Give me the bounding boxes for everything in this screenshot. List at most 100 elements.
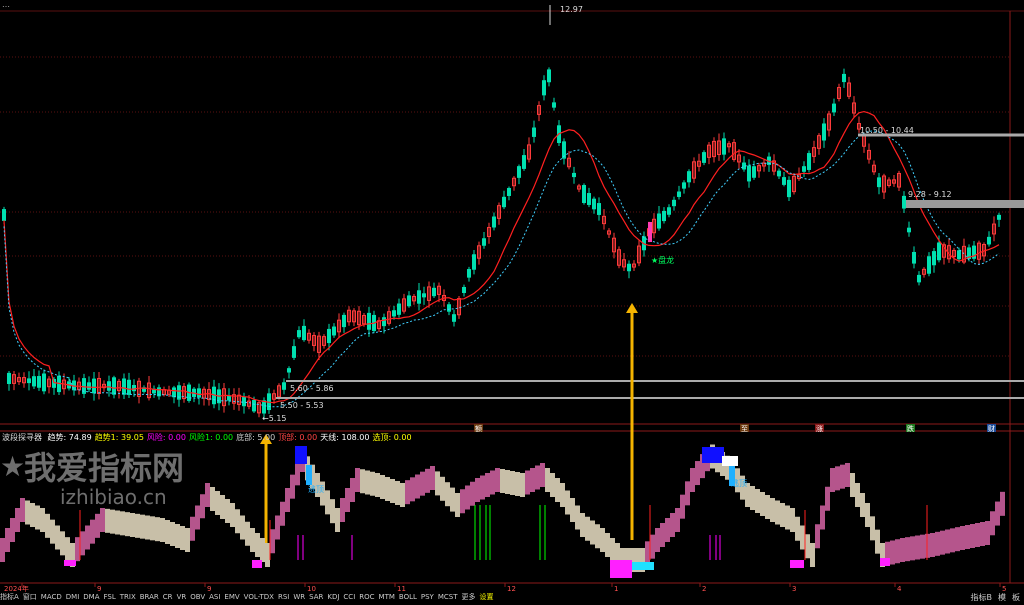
candle-body <box>822 123 826 141</box>
indicator-tab-5[interactable]: FSL <box>104 593 116 601</box>
candle-body <box>542 80 546 96</box>
indicator-band-block <box>435 471 440 496</box>
indicator-tab-3[interactable]: DMI <box>66 593 80 601</box>
indicator-tab-18[interactable]: CCI <box>343 593 355 601</box>
indicator-band-block <box>170 522 175 546</box>
candle-body <box>42 373 46 392</box>
indicator-tab-16[interactable]: SAR <box>309 593 323 601</box>
indicator-band-block <box>895 539 900 564</box>
x-axis-label-0: 2024年 <box>4 584 29 593</box>
candle-body <box>927 256 931 274</box>
indicator-band-block <box>290 474 295 499</box>
indicator-band-block <box>50 519 55 544</box>
indicator-tab-25[interactable]: 设置 <box>480 593 494 601</box>
indicator-tab-23[interactable]: MCST <box>438 593 458 601</box>
event-badge-text-1: 至 <box>741 425 748 433</box>
indicator-band-block <box>1000 491 1005 516</box>
indicator-band-block <box>775 500 780 525</box>
indicator-band-block <box>830 468 835 492</box>
indicator-band-block <box>110 509 115 534</box>
indicator-tab-8[interactable]: CR <box>163 593 173 601</box>
indicator-band-block <box>585 516 590 541</box>
candle-body <box>422 293 426 298</box>
indicator-tab-12[interactable]: EMV <box>224 593 239 601</box>
candle-body <box>432 287 436 297</box>
indicator-band-block <box>215 491 220 515</box>
indicator-tab-7[interactable]: BRAR <box>140 593 159 601</box>
candle-body <box>532 127 536 137</box>
indicator-tab-24[interactable]: 更多 <box>462 593 476 601</box>
indicator-header: 波段探寻器 趋势: 74.89 趋势1: 39.05 风险: 0.00 风险1: 0.… <box>2 433 418 443</box>
indicator-band-block <box>445 482 450 507</box>
candle-body <box>502 196 506 208</box>
indicator-tab-1[interactable]: 窗口 <box>23 593 37 601</box>
candle-body <box>582 185 586 203</box>
indicator-band-block <box>45 513 50 538</box>
indicator-tab-17[interactable]: KDJ <box>327 593 339 601</box>
indicator-band-block <box>355 468 360 492</box>
candle-body <box>997 214 1001 220</box>
indicator-band-block <box>275 515 280 540</box>
candle-body <box>342 314 346 328</box>
candle-body <box>667 207 671 215</box>
indicator-band-block <box>30 503 35 527</box>
indicator-tab-11[interactable]: ASI <box>209 593 220 601</box>
indicator-band-block <box>555 478 560 502</box>
candle-body <box>722 138 726 155</box>
indicator-name[interactable]: 波段探寻器 <box>2 433 42 442</box>
indicator-band-block <box>765 495 770 519</box>
indicator-band-block <box>145 515 150 540</box>
x-axis-label-9: 4 <box>897 585 902 593</box>
candle-body <box>802 166 806 172</box>
indicator-tab-19[interactable]: ROC <box>359 593 374 601</box>
indicator-band-block <box>505 470 510 494</box>
indicator-band-block <box>500 469 505 493</box>
indicator-band-block <box>530 468 535 492</box>
indicator-band-block <box>655 528 660 552</box>
indicator-tab-2[interactable]: MACD <box>41 593 62 601</box>
indicator-tab-6[interactable]: TRIX <box>120 593 136 601</box>
candle-body <box>702 152 706 163</box>
candle-body <box>662 210 666 222</box>
indicator-band-block <box>140 514 145 539</box>
candle-body <box>92 378 96 394</box>
indicator-band-block <box>955 527 960 552</box>
event-badge-text-3: 跌 <box>907 424 914 433</box>
indicator-band-block <box>980 522 985 546</box>
candle-body <box>467 269 471 278</box>
indicator-band-block <box>380 475 385 499</box>
top-signal-block <box>702 447 724 463</box>
indicator-tab-15[interactable]: WR <box>293 593 305 601</box>
indicator-band-block <box>10 518 15 542</box>
indicator-tab-13[interactable]: VOL-TDX <box>244 593 274 601</box>
indicator-tab-0[interactable]: 指标A <box>0 593 19 601</box>
indicator-band-block <box>25 500 30 525</box>
indicator-tab-14[interactable]: RSI <box>278 593 289 601</box>
indicator-tab-21[interactable]: BOLL <box>399 593 417 601</box>
indicator-band-block <box>540 463 545 487</box>
indicator-tab-10[interactable]: OBV <box>190 593 205 601</box>
indicator-band-block <box>950 528 955 553</box>
indicator-band-block <box>760 492 765 516</box>
indicator-band-block <box>230 503 235 527</box>
level-label-0: 5.60 - 5.86 <box>290 384 334 393</box>
sell-tag-1: 逃顶 <box>308 484 324 494</box>
indicator-band-block <box>40 508 45 532</box>
indicator-tab-4[interactable]: DMA <box>83 593 99 601</box>
indicator-tab-22[interactable]: PSY <box>421 593 434 601</box>
chart-canvas[interactable]: 5.60 - 5.86 5.50 - 5.53 10.50 - 10.44 9.28 … <box>0 0 1024 601</box>
candle-body <box>382 317 386 327</box>
indicator-band-block <box>785 505 790 530</box>
candle-body <box>752 166 756 178</box>
indicator-tab-9[interactable]: VR <box>177 593 187 601</box>
candle-body <box>492 216 496 228</box>
candle-body <box>902 195 906 209</box>
candle-body <box>917 274 921 283</box>
indicator-band-block <box>430 466 435 490</box>
low-price-label: ←5.15 <box>262 414 287 423</box>
indicator-tab-20[interactable]: MTM <box>379 593 395 601</box>
candle-body <box>447 304 451 312</box>
indicator-band-block <box>405 480 410 505</box>
indicator-band-block <box>195 505 200 530</box>
indicator-band-block <box>150 516 155 541</box>
